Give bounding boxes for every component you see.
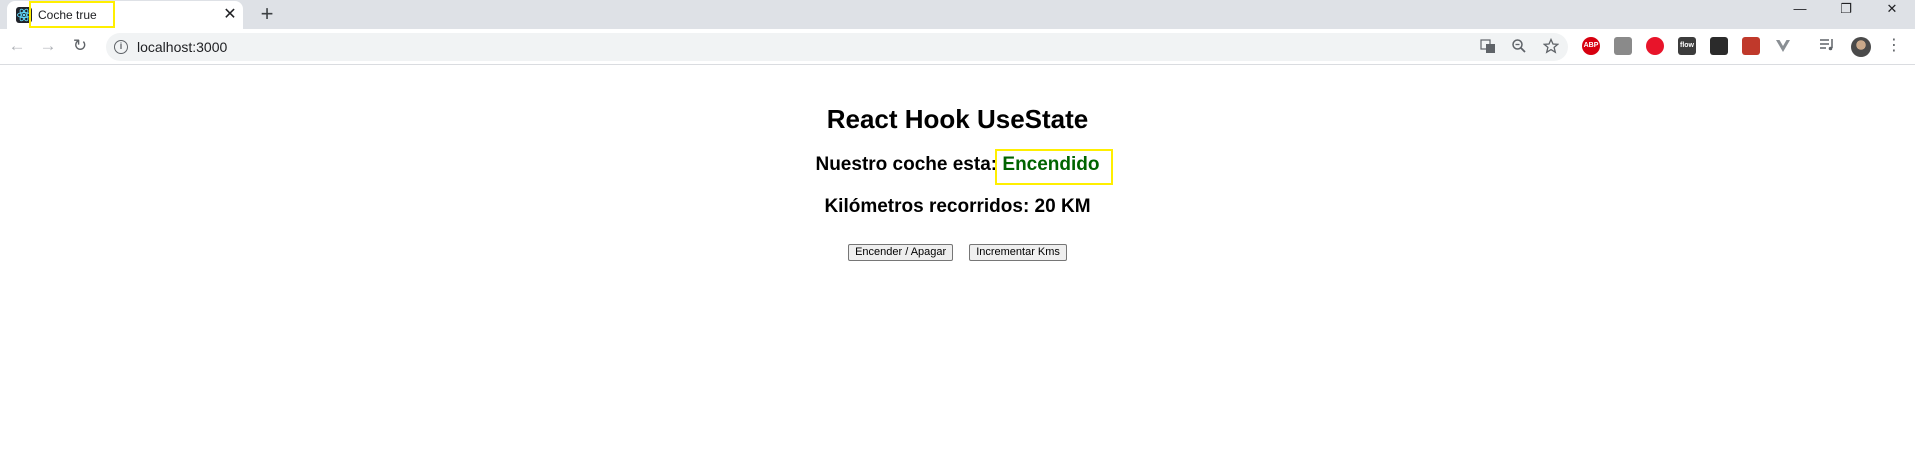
stop-sign-icon[interactable]	[1646, 37, 1664, 55]
media-control-icon[interactable]	[1817, 37, 1837, 55]
tab-title-highlight-box	[29, 1, 115, 28]
profile-avatar[interactable]	[1851, 37, 1871, 57]
site-info-icon[interactable]: i	[114, 40, 128, 54]
tab-close-icon[interactable]: ✕	[221, 6, 239, 24]
window-close-button[interactable]: ✕	[1869, 0, 1915, 20]
status-highlight-box	[995, 149, 1113, 185]
page-content: React Hook UseState Nuestro coche esta: …	[0, 66, 1915, 459]
km-counter: Kilómetros recorridos: 20 KM	[824, 196, 1091, 217]
address-bar[interactable]: i localhost:3000	[106, 33, 1568, 61]
forward-button[interactable]: →	[37, 35, 59, 57]
car-status-line: Nuestro coche esta: Encendido	[0, 154, 1915, 176]
flow-extension-icon[interactable]: flow	[1678, 37, 1696, 55]
vue-devtools-icon[interactable]	[1774, 37, 1792, 55]
tab-strip: Coche true ✕ + — ❐ ✕	[0, 0, 1915, 29]
car-status-label: Nuestro coche esta:	[815, 154, 1003, 175]
bookmark-star-icon[interactable]	[1542, 37, 1560, 56]
new-tab-button[interactable]: +	[255, 3, 279, 27]
menu-kebab-icon[interactable]: ⋮	[1884, 37, 1904, 55]
increment-km-button[interactable]: Incrementar Kms	[969, 244, 1067, 261]
restore-button[interactable]: ❐	[1823, 0, 1869, 20]
translate-icon[interactable]	[1479, 38, 1497, 56]
adblock-plus-icon[interactable]: ABP	[1582, 37, 1600, 55]
button-row: Encender / Apagar Incrementar Kms	[0, 242, 1915, 261]
red-extension-icon[interactable]	[1742, 37, 1760, 55]
zoom-icon[interactable]	[1510, 38, 1528, 56]
minimize-button[interactable]: —	[1777, 0, 1823, 20]
toggle-engine-button[interactable]: Encender / Apagar	[848, 244, 954, 261]
url-text[interactable]: localhost:3000	[137, 39, 227, 55]
dark-extension-icon[interactable]	[1710, 37, 1728, 55]
back-button[interactable]: ←	[6, 35, 28, 57]
page-title: React Hook UseState	[826, 104, 1089, 134]
reload-button[interactable]: ↻	[69, 35, 91, 57]
pdf-icon[interactable]	[1614, 37, 1632, 55]
